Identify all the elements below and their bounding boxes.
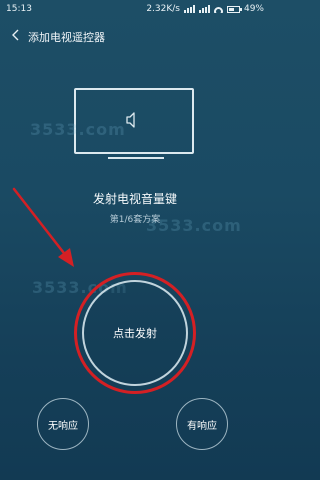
chevron-left-icon[interactable] [10,28,22,42]
page-title: 添加电视遥控器 [28,31,105,44]
fire-button-label: 点击发射 [113,327,157,340]
status-time: 15:13 [6,4,32,14]
no-response-label: 无响应 [48,420,78,432]
battery-percent: 49% [243,4,264,14]
fire-button[interactable]: 点击发射 [82,280,188,386]
volume-speaker-icon [126,112,135,128]
signal-icon [183,5,195,13]
battery-icon [226,5,242,13]
status-bar: 15:13 2.32K/s 49% [0,0,270,18]
page-header: 添加电视遥控器 [0,22,270,48]
network-speed: 2.32K/s [146,4,180,14]
wifi-icon [213,6,223,13]
signal-2-icon [198,5,210,13]
has-response-button[interactable]: 有响应 [176,398,228,450]
has-response-label: 有响应 [187,420,217,432]
status-indicators: 2.32K/s 49% [146,4,264,14]
tv-stand [108,157,164,159]
red-annotation-arrow [12,187,74,267]
no-response-button[interactable]: 无响应 [37,398,89,450]
